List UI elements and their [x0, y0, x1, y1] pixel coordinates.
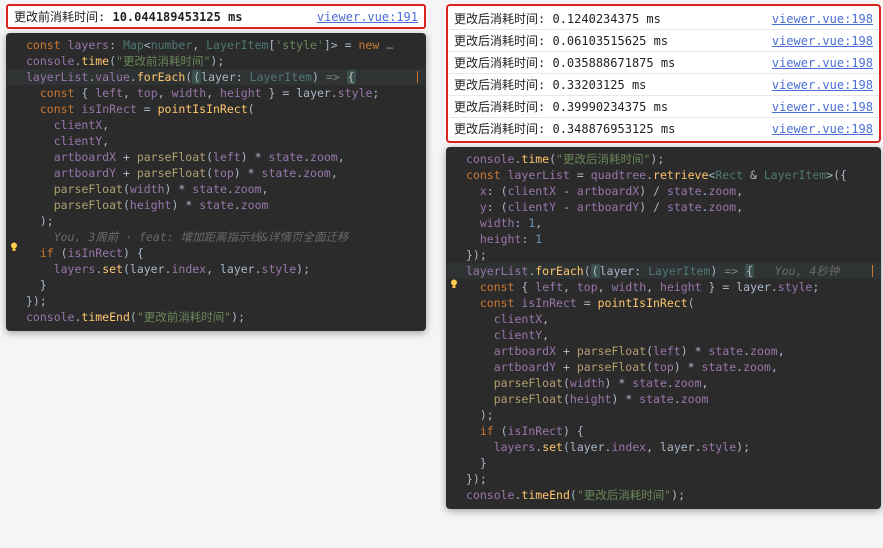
code-line: const isInRect = pointIsInRect( — [6, 101, 426, 117]
console-after-box: 更改后消耗时间: 0.1240234375 ms viewer.vue:198 … — [446, 4, 881, 143]
code-line: const isInRect = pointIsInRect( — [446, 295, 881, 311]
console-before-row: 更改前消耗时间: 10.044189453125 ms viewer.vue:1… — [6, 4, 426, 29]
code-line: y: (clientY - artboardY) / state.zoom, — [446, 199, 881, 215]
console-before-text: 更改前消耗时间: 10.044189453125 ms — [14, 8, 243, 25]
code-line: if (isInRect) { — [6, 245, 426, 261]
console-after-source-link[interactable]: viewer.vue:198 — [772, 12, 873, 26]
console-after-row: 更改后消耗时间: 0.06103515625 ms viewer.vue:198 — [448, 30, 879, 52]
code-line: layers.set(layer.index, layer.style); — [446, 439, 881, 455]
console-after-text: 更改后消耗时间: 0.035888671875 ms — [454, 54, 675, 71]
code-line: x: (clientX - artboardX) / state.zoom, — [446, 183, 881, 199]
code-line: } — [446, 455, 881, 471]
code-line: height: 1 — [446, 231, 881, 247]
git-blame-annotation: You, 4秒钟 — [775, 264, 840, 278]
console-after-row: 更改后消耗时间: 0.1240234375 ms viewer.vue:198 — [448, 8, 879, 30]
bulb-icon[interactable] — [448, 278, 460, 294]
code-line: parseFloat(height) * state.zoom — [446, 391, 881, 407]
console-after-text: 更改后消耗时间: 0.1240234375 ms — [454, 10, 661, 27]
code-line: width: 1, — [446, 215, 881, 231]
code-line: artboardX + parseFloat(left) * state.zoo… — [6, 149, 426, 165]
code-line: if (isInRect) { — [446, 423, 881, 439]
code-line: console.time("更改前消耗时间"); — [6, 53, 426, 69]
right-panel: 更改后消耗时间: 0.1240234375 ms viewer.vue:198 … — [436, 0, 883, 513]
console-after-text: 更改后消耗时间: 0.39990234375 ms — [454, 98, 668, 115]
code-line: parseFloat(width) * state.zoom, — [6, 181, 426, 197]
code-line: ); — [446, 407, 881, 423]
code-line: }); — [446, 247, 881, 263]
editor-left: const layers: Map<number, LayerItem['sty… — [6, 33, 426, 331]
code-line: const { left, top, width, height } = lay… — [6, 85, 426, 101]
code-line: console.timeEnd("更改前消耗时间"); — [6, 309, 426, 325]
code-line: parseFloat(width) * state.zoom, — [446, 375, 881, 391]
bulb-icon[interactable] — [8, 241, 20, 253]
code-line: parseFloat(height) * state.zoom — [6, 197, 426, 213]
console-after-text: 更改后消耗时间: 0.06103515625 ms — [454, 32, 668, 49]
code-line: const layers: Map<number, LayerItem['sty… — [6, 37, 426, 53]
code-line: clientX, — [446, 311, 881, 327]
code-line: layerList.forEach((layer: LayerItem) => … — [446, 263, 881, 279]
console-after-row: 更改后消耗时间: 0.39990234375 ms viewer.vue:198 — [448, 96, 879, 118]
code-line: layers.set(layer.index, layer.style); — [6, 261, 426, 277]
code-line: artboardY + parseFloat(top) * state.zoom… — [6, 165, 426, 181]
code-line: }); — [6, 293, 426, 309]
code-line: const layerList = quadtree.retrieve<Rect… — [446, 167, 881, 183]
code-line: clientX, — [6, 117, 426, 133]
console-after-text: 更改后消耗时间: 0.348876953125 ms — [454, 120, 675, 137]
code-line: ); — [6, 213, 426, 229]
code-line: console.timeEnd("更改后消耗时间"); — [446, 487, 881, 503]
console-after-source-link[interactable]: viewer.vue:198 — [772, 34, 873, 48]
console-after-source-link[interactable]: viewer.vue:198 — [772, 100, 873, 114]
console-after-row: 更改后消耗时间: 0.33203125 ms viewer.vue:198 — [448, 74, 879, 96]
console-after-text: 更改后消耗时间: 0.33203125 ms — [454, 76, 646, 93]
code-line: clientY, — [446, 327, 881, 343]
code-line: clientY, — [6, 133, 426, 149]
console-after-source-link[interactable]: viewer.vue:198 — [772, 122, 873, 136]
git-blame-annotation: You, 3周前 · feat: 增加距离指示线&详情页全面迁移 — [6, 229, 426, 245]
code-line: artboardY + parseFloat(top) * state.zoom… — [446, 359, 881, 375]
code-line: } — [6, 277, 426, 293]
code-line: console.time("更改后消耗时间"); — [446, 151, 881, 167]
console-after-source-link[interactable]: viewer.vue:198 — [772, 56, 873, 70]
console-before-source-link[interactable]: viewer.vue:191 — [317, 10, 418, 24]
left-panel: 更改前消耗时间: 10.044189453125 ms viewer.vue:1… — [0, 0, 432, 335]
editor-right: console.time("更改后消耗时间"); const layerList… — [446, 147, 881, 509]
console-after-row: 更改后消耗时间: 0.035888671875 ms viewer.vue:19… — [448, 52, 879, 74]
code-line: layerList.value.forEach((layer: LayerIte… — [6, 69, 426, 85]
code-line: }); — [446, 471, 881, 487]
console-after-source-link[interactable]: viewer.vue:198 — [772, 78, 873, 92]
code-line: const { left, top, width, height } = lay… — [446, 279, 881, 295]
code-line: artboardX + parseFloat(left) * state.zoo… — [446, 343, 881, 359]
console-after-row: 更改后消耗时间: 0.348876953125 ms viewer.vue:19… — [448, 118, 879, 139]
